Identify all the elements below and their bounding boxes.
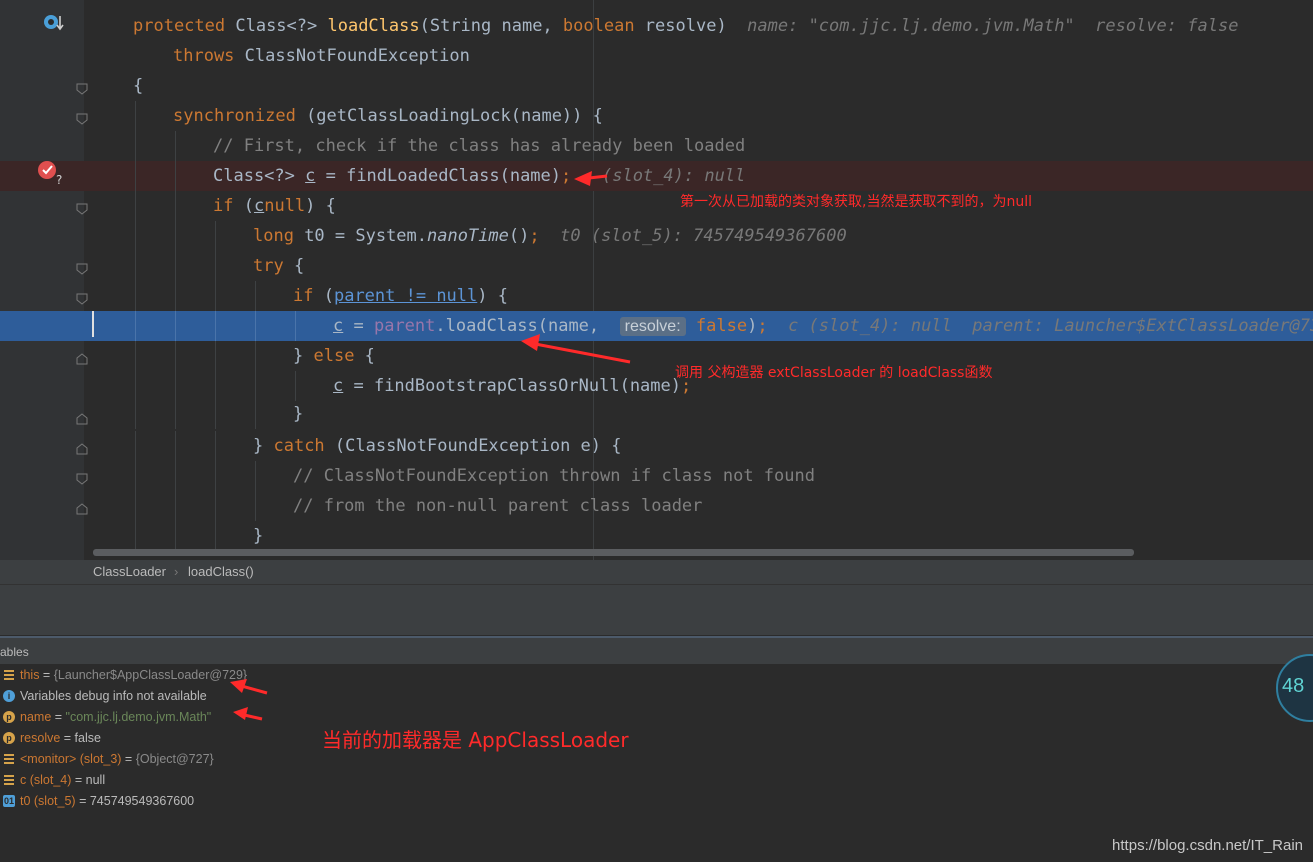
variable-name: t0 (slot_5) [20,794,76,808]
variable-eq: = [121,752,136,766]
widget-value: 48 [1282,675,1305,697]
variable-text: c (slot_4) = null [20,770,105,791]
arrow-icon [230,679,247,693]
breadcrumb-item[interactable]: loadClass() [188,560,254,584]
arrow-icon [529,341,631,364]
variable-name: <monitor> (slot_3) [20,752,122,766]
variable-text: t0 (slot_5) = 745749549367600 [20,791,194,812]
annotation-arrows [521,171,631,364]
variable-value: null [85,773,106,787]
variable-eq: = [75,794,90,808]
breadcrumb-item[interactable]: ClassLoader [93,560,166,584]
variable-name: c (slot_4) [20,773,72,787]
variable-eq: = [71,773,86,787]
primitive-icon: 01 [3,795,15,807]
debug-toolbar [0,584,1313,635]
variable-value: {Object@727} [135,752,214,766]
variables-panel-header: ables [0,636,1313,666]
breadcrumb: ClassLoader › loadClass() [0,560,1313,584]
arrow-icon [521,334,540,351]
annotation-text: 调用 父构造器 extClassLoader 的 loadClass函数 [675,365,993,381]
variable-value: 745749549367600 [89,794,195,808]
arrow-icon [233,707,248,720]
field-icon [3,774,15,786]
watermark: https://blog.csdn.net/IT_Rain [1112,837,1303,854]
variable-text: <monitor> (slot_3) = {Object@727} [20,749,214,770]
arrow-icon [574,171,592,186]
annotation-text: 当前的加载器是 AppClassLoader [322,728,629,752]
chevron-right-icon: › [174,564,179,579]
annotation-text: 第一次从已加载的类对象获取,当然是获取不到的，为null [680,194,1032,210]
field-icon [3,753,15,765]
code-editor[interactable]: protected Class<?> loadClass(String name… [0,0,1313,560]
panel-title: ables [0,645,29,659]
variables-panel[interactable]: this = {Launcher$AppClassLoader@729} i Var… [0,664,1313,862]
